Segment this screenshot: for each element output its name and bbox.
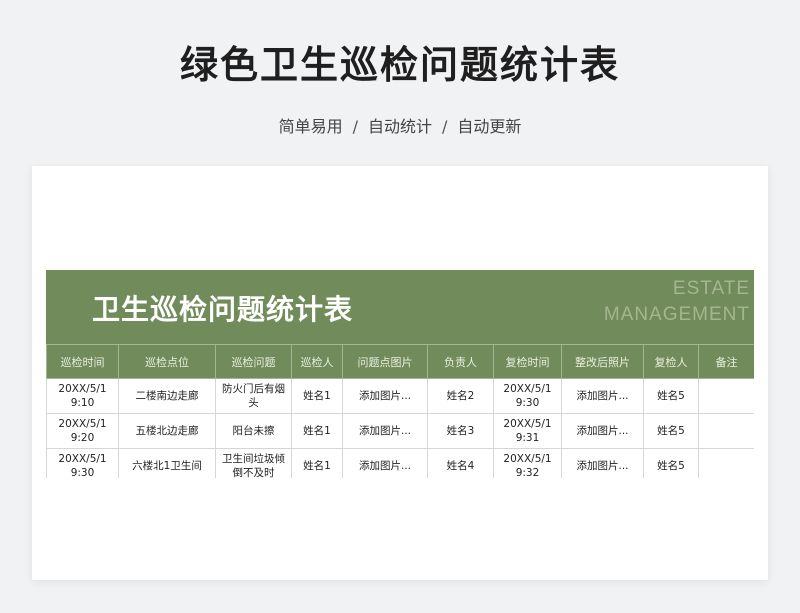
cell-owner: 姓名3 [427,413,494,449]
tag-auto-update: 自动更新 [457,117,522,136]
tag-auto-stats: 自动统计 [367,117,432,136]
cell-inspector: 姓名1 [291,413,343,449]
table-row: 20XX/5/1 9:10 二楼南边走廊 防火门后有烟头 姓名1 添加图片...… [46,378,754,414]
sheet-title: 卫生巡检问题统计表 [92,293,354,326]
cell-issue-photo[interactable]: 添加图片... [342,448,428,478]
cell-inspect-time: 20XX/5/1 9:30 [46,448,119,478]
page-title: 绿色卫生巡检问题统计表 [179,43,620,87]
cell-rechecker: 姓名5 [643,378,699,414]
feature-tags: 简单易用 / 自动统计 / 自动更新 [0,113,800,137]
cell-recheck-time: 20XX/5/1 9:32 [493,448,562,478]
cell-fixed-photo[interactable]: 添加图片... [561,378,644,414]
cell-location: 二楼南边走廊 [118,378,216,414]
cell-issue: 防火门后有烟头 [215,378,292,414]
cell-fixed-photo[interactable]: 添加图片... [561,413,644,449]
cell-rechecker: 姓名5 [643,413,699,449]
table-row: 20XX/5/1 9:20 五楼北边走廊 阳台未擦 姓名1 添加图片... 姓名… [46,413,754,449]
cell-inspector: 姓名1 [291,448,343,478]
tag-separator: / [352,117,358,136]
table-header-row: 巡检时间 巡检点位 巡检问题 巡检人 问题点图片 负责人 复检时间 整改后照片 … [46,344,754,379]
col-header: 复检时间 [493,344,562,379]
cell-inspect-time: 20XX/5/1 9:20 [46,413,119,449]
sheet-banner: 卫生巡检问题统计表 ESTATE MANAGEMENT [46,270,754,344]
cell-inspect-time: 20XX/5/1 9:10 [46,378,119,414]
spreadsheet-preview: 卫生巡检问题统计表 ESTATE MANAGEMENT 巡检时间 巡检点位 巡检… [46,270,754,478]
col-header: 巡检问题 [215,344,292,379]
cell-note [698,448,754,478]
cell-issue-photo[interactable]: 添加图片... [342,413,428,449]
cell-location: 五楼北边走廊 [118,413,216,449]
cell-owner: 姓名2 [427,378,494,414]
col-header: 问题点图片 [342,344,428,379]
cell-note [698,413,754,449]
col-header: 巡检点位 [118,344,216,379]
preview-card: 卫生巡检问题统计表 ESTATE MANAGEMENT 巡检时间 巡检点位 巡检… [32,166,768,580]
col-header: 巡检时间 [46,344,119,379]
watermark-line-2: MANAGEMENT [603,304,750,325]
cell-fixed-photo[interactable]: 添加图片... [561,448,644,478]
watermark-line-1: ESTATE [672,278,750,299]
cell-issue: 阳台未擦 [215,413,292,449]
cell-issue: 卫生间垃圾倾倒不及时 [215,448,292,478]
inspection-table: 巡检时间 巡检点位 巡检问题 巡检人 问题点图片 负责人 复检时间 整改后照片 … [46,344,754,478]
cell-rechecker: 姓名5 [643,448,699,478]
tag-easy-use: 简单易用 [278,117,343,136]
cell-inspector: 姓名1 [291,378,343,414]
cell-note [698,378,754,414]
col-header: 复检人 [643,344,699,379]
cell-recheck-time: 20XX/5/1 9:31 [493,413,562,449]
col-header: 整改后照片 [561,344,644,379]
tag-separator: / [442,117,448,136]
col-header: 巡检人 [291,344,343,379]
table-row: 20XX/5/1 9:30 六楼北1卫生间 卫生间垃圾倾倒不及时 姓名1 添加图… [46,448,754,478]
cell-recheck-time: 20XX/5/1 9:30 [493,378,562,414]
col-header: 备注 [698,344,754,379]
cell-location: 六楼北1卫生间 [118,448,216,478]
col-header: 负责人 [427,344,494,379]
sheet-watermark: ESTATE MANAGEMENT [604,276,750,328]
cell-owner: 姓名4 [427,448,494,478]
cell-issue-photo[interactable]: 添加图片... [342,378,428,414]
